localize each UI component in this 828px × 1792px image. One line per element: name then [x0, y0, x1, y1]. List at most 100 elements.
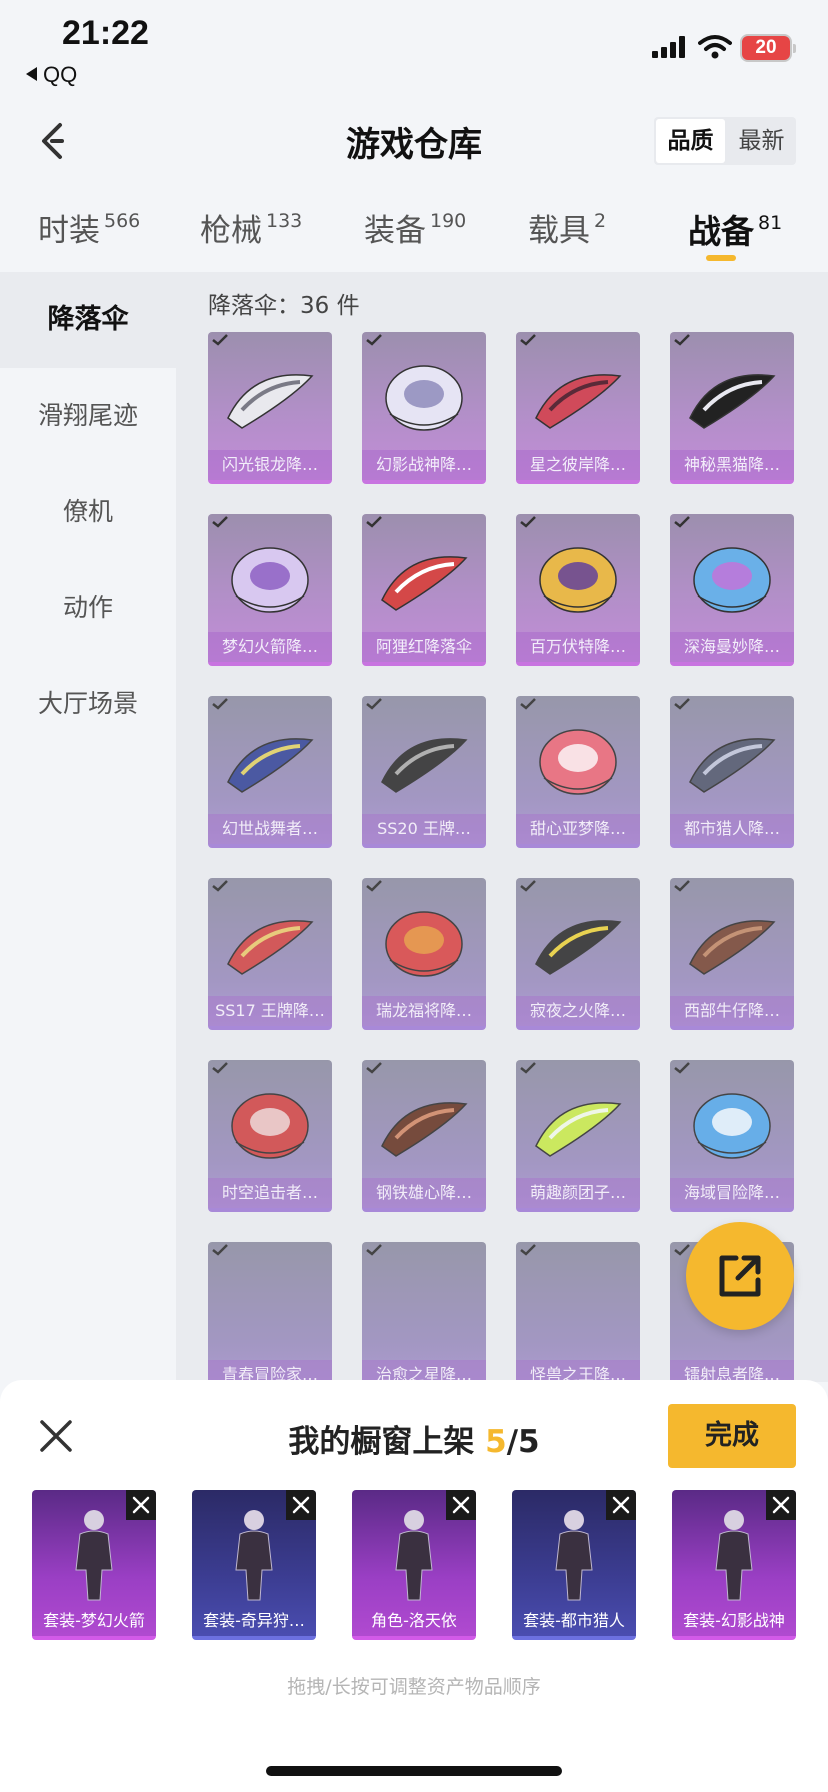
active-tab-indicator [706, 255, 736, 261]
parachute-item-card[interactable]: 幻影战神降… [362, 332, 486, 484]
back-triangle-icon [26, 67, 37, 81]
parachute-item-card[interactable]: 神秘黑猫降… [670, 332, 794, 484]
parachute-icon [689, 738, 776, 793]
tab-weapons[interactable]: 枪械 133 [200, 205, 302, 250]
parachute-item-card[interactable]: 时空追击者… [208, 1060, 332, 1212]
tab-fashion[interactable]: 时装 566 [38, 205, 140, 250]
parachute-item-card[interactable]: 青春冒险家… [208, 1242, 332, 1382]
parachute-item-name: 星之彼岸降… [516, 450, 640, 480]
parachute-icon [381, 1102, 468, 1157]
owned-check-icon [520, 334, 536, 346]
showcase-count-total: /5 [506, 1424, 540, 1460]
parachute-item-card[interactable]: SS20 王牌… [362, 696, 486, 848]
showcase-title-text: 我的橱窗上架 [288, 1424, 475, 1460]
parachute-item-name: 深海曼妙降… [670, 632, 794, 662]
remove-item-button[interactable] [446, 1490, 476, 1520]
back-to-app-link[interactable]: QQ [26, 62, 77, 88]
item-count-label: 降落伞：36 件 [208, 293, 360, 319]
sidebar-item-emote[interactable]: 动作 [0, 560, 176, 656]
parachute-item-name: 青春冒险家… [208, 1360, 332, 1382]
parachute-item-card[interactable]: 甜心亚梦降… [516, 696, 640, 848]
outfit-figure-icon [395, 1510, 433, 1601]
tab-count: 190 [430, 210, 467, 232]
tab-label: 载具 [528, 213, 590, 249]
parachute-item-name: 时空追击者… [208, 1178, 332, 1208]
parachute-icon [231, 547, 309, 613]
owned-check-icon [520, 698, 536, 710]
sidebar-item-glide-trail[interactable]: 滑翔尾迹 [0, 368, 176, 464]
parachute-item-card[interactable]: 幻世战舞者… [208, 696, 332, 848]
parachute-icon [539, 729, 617, 795]
parachute-item-card[interactable]: SS17 王牌降… [208, 878, 332, 1030]
parachute-item-card[interactable]: 都市猎人降… [670, 696, 794, 848]
parachute-item-card[interactable]: 梦幻火箭降… [208, 514, 332, 666]
owned-check-icon [674, 1062, 690, 1074]
parachute-item-card[interactable]: 瑞龙福将降… [362, 878, 486, 1030]
parachute-icon [535, 920, 622, 975]
parachute-item-name: 都市猎人降… [670, 814, 794, 844]
tab-equipment[interactable]: 装备 190 [364, 205, 466, 250]
sort-quality-button[interactable]: 品质 [656, 119, 725, 163]
parachute-item-card[interactable]: 治愈之星降… [362, 1242, 486, 1382]
parachute-item-card[interactable]: 深海曼妙降… [670, 514, 794, 666]
showcase-item-label: 角色-洛天依 [371, 1611, 457, 1630]
showcase-item[interactable]: 套装-奇异狩… [192, 1490, 316, 1640]
remove-x-icon [612, 1496, 630, 1514]
showcase-item[interactable]: 套装-梦幻火箭 [32, 1490, 156, 1640]
status-time: 21:22 [62, 14, 149, 52]
parachute-item-card[interactable]: 百万伏特降… [516, 514, 640, 666]
tab-count: 2 [594, 210, 607, 232]
parachute-item-name: 镭射息者降… [670, 1360, 794, 1382]
parachute-item-name: 梦幻火箭降… [208, 632, 332, 662]
remove-item-button[interactable] [286, 1490, 316, 1520]
sidebar-item-lobby-scene[interactable]: 大厅场景 [0, 656, 176, 752]
tab-label: 战备 [688, 212, 754, 251]
parachute-item-card[interactable]: 西部牛仔降… [670, 878, 794, 1030]
owned-check-icon [212, 880, 228, 892]
owned-check-icon [366, 880, 382, 892]
parachute-icon [227, 920, 314, 975]
parachute-item-card[interactable]: 星之彼岸降… [516, 332, 640, 484]
owned-check-icon [366, 698, 382, 710]
owned-check-icon [212, 334, 228, 346]
parachute-item-card[interactable]: 海域冒险降… [670, 1060, 794, 1212]
reorder-hint: 拖拽/长按可调整资产物品顺序 [287, 1676, 541, 1698]
parachute-item-name: 闪光银龙降… [208, 450, 332, 480]
remove-x-icon [132, 1496, 150, 1514]
parachute-icon [381, 738, 468, 793]
sidebar-item-wingman[interactable]: 僚机 [0, 464, 176, 560]
owned-check-icon [520, 1244, 536, 1256]
parachute-item-card[interactable]: 钢铁雄心降… [362, 1060, 486, 1212]
remove-item-button[interactable] [126, 1490, 156, 1520]
parachute-item-card[interactable]: 寂夜之火降… [516, 878, 640, 1030]
showcase-item-label: 套装-梦幻火箭 [43, 1611, 145, 1630]
battery-indicator: 20 [740, 34, 796, 62]
share-button[interactable] [686, 1222, 794, 1330]
done-button[interactable]: 完成 [668, 1404, 796, 1468]
parachute-item-card[interactable]: 阿狸红降落伞 [362, 514, 486, 666]
outfit-figure-icon [235, 1510, 273, 1601]
tab-combat-gear[interactable]: 战备 81 [688, 205, 782, 253]
showcase-panel: 我的橱窗上架 5/5 完成 套装-梦幻火箭 套装-奇异狩… 角色-洛天依 套装-都市猎… [0, 1380, 828, 1792]
tab-label: 时装 [38, 213, 100, 249]
showcase-item[interactable]: 套装-幻影战神 [672, 1490, 796, 1640]
parachute-item-name: 百万伏特降… [516, 632, 640, 662]
parachute-item-card[interactable]: 闪光银龙降… [208, 332, 332, 484]
owned-check-icon [674, 334, 690, 346]
owned-check-icon [520, 516, 536, 528]
remove-item-button[interactable] [606, 1490, 636, 1520]
parachute-item-name: SS17 王牌降… [208, 996, 332, 1026]
sort-newest-button[interactable]: 最新 [727, 117, 796, 165]
sidebar-item-parachute[interactable]: 降落伞 [0, 272, 176, 368]
remove-item-button[interactable] [766, 1490, 796, 1520]
showcase-item[interactable]: 套装-都市猎人 [512, 1490, 636, 1640]
tab-vehicles[interactable]: 载具 2 [528, 205, 606, 250]
tab-count: 81 [758, 212, 783, 234]
parachute-item-card[interactable]: 怪兽之王降… [516, 1242, 640, 1382]
parachute-icon [693, 547, 771, 613]
tab-label: 枪械 [200, 213, 262, 249]
parachute-item-card[interactable]: 萌趣颜团子… [516, 1060, 640, 1212]
outfit-figure-icon [75, 1510, 113, 1601]
showcase-item[interactable]: 角色-洛天依 [352, 1490, 476, 1640]
remove-x-icon [452, 1496, 470, 1514]
